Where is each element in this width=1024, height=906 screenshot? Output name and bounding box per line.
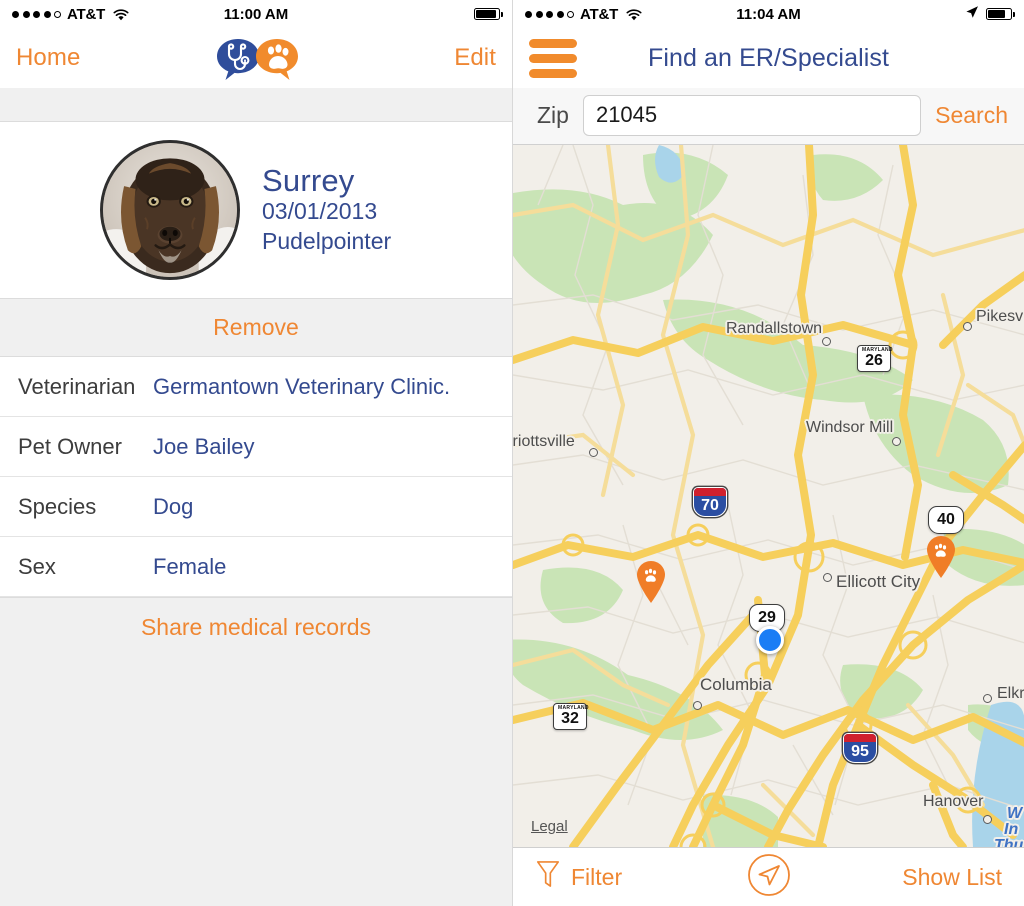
paw-map-pin[interactable] <box>635 560 667 604</box>
hamburger-menu-icon[interactable] <box>529 38 577 78</box>
detail-label: Species <box>18 493 97 519</box>
locate-me-button[interactable] <box>747 853 791 902</box>
table-row[interactable]: Sex Female <box>0 537 512 597</box>
zip-input[interactable] <box>582 94 922 136</box>
pet-profile-screen: AT&T 11:00 AM Home Edit Surrey 03/01/201… <box>0 0 512 906</box>
route-shield-i-70: 70 <box>693 487 727 517</box>
pet-detail-list: Veterinarian Germantown Veterinary Clini… <box>0 357 512 597</box>
nav-bar-right: Find an ER/Specialist <box>513 28 1024 88</box>
zip-search-bar: Zip Search <box>513 88 1024 145</box>
wifi-icon <box>626 8 642 21</box>
status-left-group: AT&T <box>525 6 642 23</box>
signal-strength-icon <box>12 10 61 18</box>
pet-profile-body: Surrey 03/01/2013 Pudelpointer Remove Ve… <box>0 122 512 906</box>
city-dot <box>963 322 972 331</box>
paw-map-pin[interactable] <box>925 535 957 579</box>
current-location-dot <box>756 626 784 654</box>
map-toolbar: Filter Show List <box>513 847 1024 906</box>
detail-label: Pet Owner <box>18 433 122 459</box>
funnel-icon <box>535 859 561 895</box>
show-list-label: Show List <box>902 863 1002 890</box>
zip-label: Zip <box>537 101 569 128</box>
page-title: Find an ER/Specialist <box>648 44 889 73</box>
location-arrow-icon <box>965 5 979 23</box>
table-row[interactable]: Veterinarian Germantown Veterinary Clini… <box>0 357 512 417</box>
nav-bar-left: Home Edit <box>0 28 512 88</box>
content-filler <box>0 657 512 906</box>
city-dot <box>983 815 992 824</box>
status-bar-left: AT&T 11:00 AM <box>0 0 512 28</box>
city-dot <box>693 701 702 710</box>
dual-screen-container: AT&T 11:00 AM Home Edit Surrey 03/01/201… <box>0 0 1024 906</box>
find-er-specialist-screen: AT&T 11:04 AM Find an ER/Specialist Zip … <box>512 0 1024 906</box>
detail-label: Veterinarian <box>18 373 136 399</box>
route-shield-i-95: 95 <box>843 733 877 763</box>
legal-link[interactable]: Legal <box>531 818 568 835</box>
search-button[interactable]: Search <box>935 102 1008 129</box>
battery-icon <box>986 8 1015 20</box>
share-medical-records-button[interactable]: Share medical records <box>0 597 512 657</box>
detail-value: Female <box>153 553 227 579</box>
status-right-group <box>474 8 503 20</box>
edit-button[interactable]: Edit <box>454 44 496 72</box>
battery-icon <box>474 8 503 20</box>
paw-chat-bubble-icon <box>253 36 298 81</box>
filter-button[interactable]: Filter <box>535 859 622 895</box>
route-shield-us-40: 40 <box>928 506 964 534</box>
table-row[interactable]: Pet Owner Joe Bailey <box>0 417 512 477</box>
map-view[interactable]: Randallstown Pikesville Windsor Mill Mar… <box>513 145 1024 847</box>
status-bar-right: AT&T 11:04 AM <box>513 0 1024 28</box>
carrier-label: AT&T <box>67 5 106 23</box>
nav-title-label: Find an ER/Specialist <box>647 43 890 72</box>
detail-value: Germantown Veterinary Clinic. <box>153 373 451 399</box>
detail-label: Sex <box>18 553 56 579</box>
route-shield-md-26: MARYLAND 26 <box>857 345 893 372</box>
city-dot <box>983 694 992 703</box>
city-dot <box>892 437 901 446</box>
remove-button[interactable]: Remove <box>0 298 512 357</box>
status-left-group: AT&T <box>12 6 129 23</box>
signal-strength-icon <box>525 10 574 18</box>
detail-value: Dog <box>153 493 194 519</box>
pet-name: Surrey <box>262 162 355 198</box>
filter-label: Filter <box>571 863 623 890</box>
city-dot <box>823 573 832 582</box>
pet-dob: 03/01/2013 <box>262 198 378 225</box>
home-button[interactable]: Home <box>16 44 80 72</box>
pet-info: Surrey 03/01/2013 Pudelpointer <box>262 162 392 256</box>
detail-value: Joe Bailey <box>153 433 255 459</box>
pet-header: Surrey 03/01/2013 Pudelpointer <box>0 122 512 298</box>
table-row[interactable]: Species Dog <box>0 477 512 537</box>
app-logo <box>214 36 298 81</box>
show-list-button[interactable]: Show List <box>902 864 1002 891</box>
city-dot <box>822 337 831 346</box>
city-dot <box>589 448 598 457</box>
map-canvas <box>513 145 1024 847</box>
route-shield-md-32: MARYLAND 32 <box>553 703 589 730</box>
wifi-icon <box>113 8 129 21</box>
carrier-label: AT&T <box>580 5 619 23</box>
navigation-arrow-icon <box>747 853 791 901</box>
dog-photo-illustration <box>103 143 237 277</box>
pet-breed: Pudelpointer <box>262 227 392 254</box>
pet-avatar[interactable] <box>100 140 240 280</box>
top-spacer-band <box>0 88 512 122</box>
status-right-group <box>965 5 1015 23</box>
